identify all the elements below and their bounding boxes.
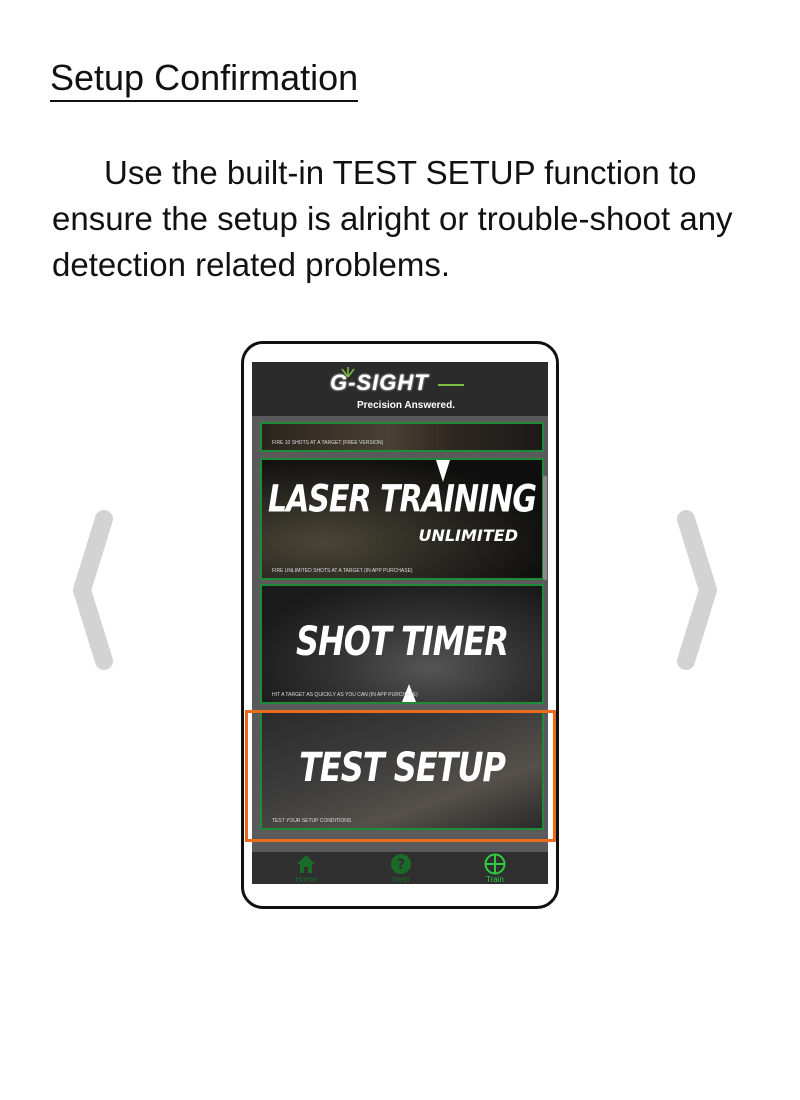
app-logo: G-SIGHT [330,370,429,395]
logo-accent [438,384,464,386]
list-scrollbar[interactable] [543,476,547,580]
mode-card-free[interactable]: FIRE 10 SHOTS AT A TARGET (FREE VERSION) [260,422,544,452]
app-tagline: Precision Answered. [357,400,455,411]
tab-label: Home [295,875,317,884]
page-title: Setup Confirmation [50,56,359,102]
app-header: G-SIGHT Precision Answered. [252,362,548,416]
tab-home[interactable]: Home [276,852,336,884]
card-subtitle: UNLIMITED [418,526,518,545]
mode-card-shot-timer[interactable]: SHOT TIMER HIT A TARGET AS QUICKLY AS YO… [260,584,544,704]
mode-card-laser-training[interactable]: LASER TRAINING UNLIMITED FIRE UNLIMITED … [260,458,544,580]
intro-text: Use the built-in TEST SETUP function to … [52,154,733,283]
card-title: SHOT TIMER [295,617,509,665]
svg-text:?: ? [397,857,405,873]
card-title: LASER TRAINING [268,477,537,522]
tab-label: Train [486,875,504,884]
chevron-left-icon[interactable] [60,505,120,675]
chevron-right-icon[interactable] [668,505,728,675]
tab-label: Help [392,875,410,884]
card-caption: FIRE 10 SHOTS AT A TARGET (FREE VERSION) [272,440,384,446]
card-caption: FIRE UNLIMITED SHOTS AT A TARGET (IN APP… [272,568,413,574]
bottom-tab-bar: Home ? Help Train [252,852,548,884]
crosshair-icon [484,853,506,875]
tab-train[interactable]: Train [465,852,525,884]
home-icon [297,855,315,873]
card-caption: HIT A TARGET AS QUICKLY AS YOU CAN (IN A… [272,692,418,698]
help-icon: ? [391,854,411,874]
tab-help[interactable]: ? Help [371,852,431,884]
test-setup-highlight [245,710,556,842]
